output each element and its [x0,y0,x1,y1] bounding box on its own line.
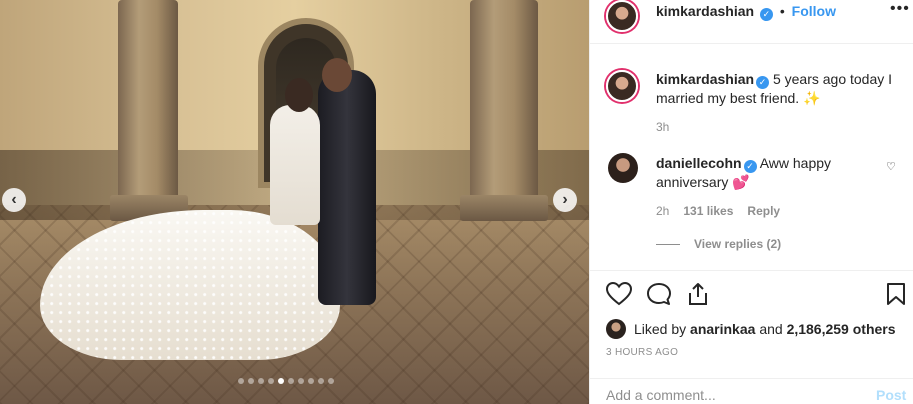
verified-badge-icon: ✓ [756,76,770,89]
caption-text: kimkardashian ✓ 5 years ago today I marri… [656,70,901,108]
liked-by-prefix: Liked by [634,321,687,337]
post-header: kimkardashian ✓ • Follow ••• [590,0,913,44]
liker-avatar[interactable] [606,319,626,339]
post-photo[interactable]: ‹ › [0,0,589,404]
comment-like-icon[interactable]: ♡ [886,160,896,173]
carousel-dot [258,378,264,384]
comment-bubble-icon[interactable] [646,282,672,306]
photo-column-left [118,0,178,220]
follow-button[interactable]: Follow [792,3,836,19]
caption-avatar[interactable] [606,70,638,102]
commenter-avatar[interactable] [608,153,638,183]
photo-bride-head [285,78,313,112]
verified-badge-icon: ✓ [743,160,757,173]
carousel-dot [248,378,254,384]
liked-by-line: Liked by anarinkaa and 2,186,259 others [606,319,896,339]
caption-username[interactable]: kimkardashian [656,71,754,87]
post-timestamp[interactable]: 3 HOURS AGO [606,347,678,358]
photo-groom-head [322,58,352,92]
post-side-panel: kimkardashian ✓ • Follow ••• kimkardashi… [589,0,913,404]
chevron-right-icon: › [562,191,568,208]
replies-divider [656,244,680,246]
caption-timestamp[interactable]: 3h [656,120,669,134]
liked-by-text: Liked by anarinkaa and 2,186,259 others [634,321,896,337]
carousel-dot [318,378,324,384]
author-avatar[interactable] [606,0,638,32]
carousel-dot [268,378,274,384]
commenter-username[interactable]: daniellecohn [656,155,742,171]
carousel-dot [308,378,314,384]
reply-button[interactable]: Reply [747,204,780,218]
liked-by-count[interactable]: 2,186,259 others [787,321,896,337]
carousel-dot [238,378,244,384]
instagram-post: ‹ › kimkardashian ✓ • Follow ••• kimkard… [0,0,913,404]
carousel-dot [328,378,334,384]
save-bookmark-icon[interactable] [886,282,906,306]
comment-likes[interactable]: 131 likes [683,204,733,218]
comment-text: daniellecohn ✓ Aww happy anniversary 💕 [656,154,886,192]
post-comment-button[interactable]: Post [876,387,906,403]
carousel-prev-button[interactable]: ‹ [2,188,26,212]
carousel-dot [278,378,284,384]
header-line: kimkardashian ✓ • Follow [656,3,836,21]
author-username[interactable]: kimkardashian [656,3,754,19]
liked-by-user[interactable]: anarinkaa [690,321,755,337]
share-icon[interactable] [686,282,710,306]
view-replies-label: View replies (2) [694,237,782,251]
add-comment-input[interactable] [606,387,856,403]
carousel-next-button[interactable]: › [553,188,577,212]
comment-meta: 2h 131 likes Reply [656,204,780,218]
carousel-dot [288,378,294,384]
comment-timestamp[interactable]: 2h [656,204,669,218]
like-heart-icon[interactable] [606,282,632,306]
more-options-icon[interactable]: ••• [890,0,910,18]
view-replies-button[interactable]: View replies (2) [656,237,781,251]
verified-badge-icon: ✓ [759,8,773,21]
add-comment-bar: Post [590,378,913,404]
photo-bride [270,105,320,225]
liked-by-and: and [759,321,783,337]
carousel-dot [298,378,304,384]
header-separator: • [779,3,785,19]
chevron-left-icon: ‹ [11,191,17,208]
photo-column-right [470,0,538,220]
photo-groom [318,70,376,305]
photo-column-base-right [460,195,548,221]
carousel-dots [238,378,334,384]
